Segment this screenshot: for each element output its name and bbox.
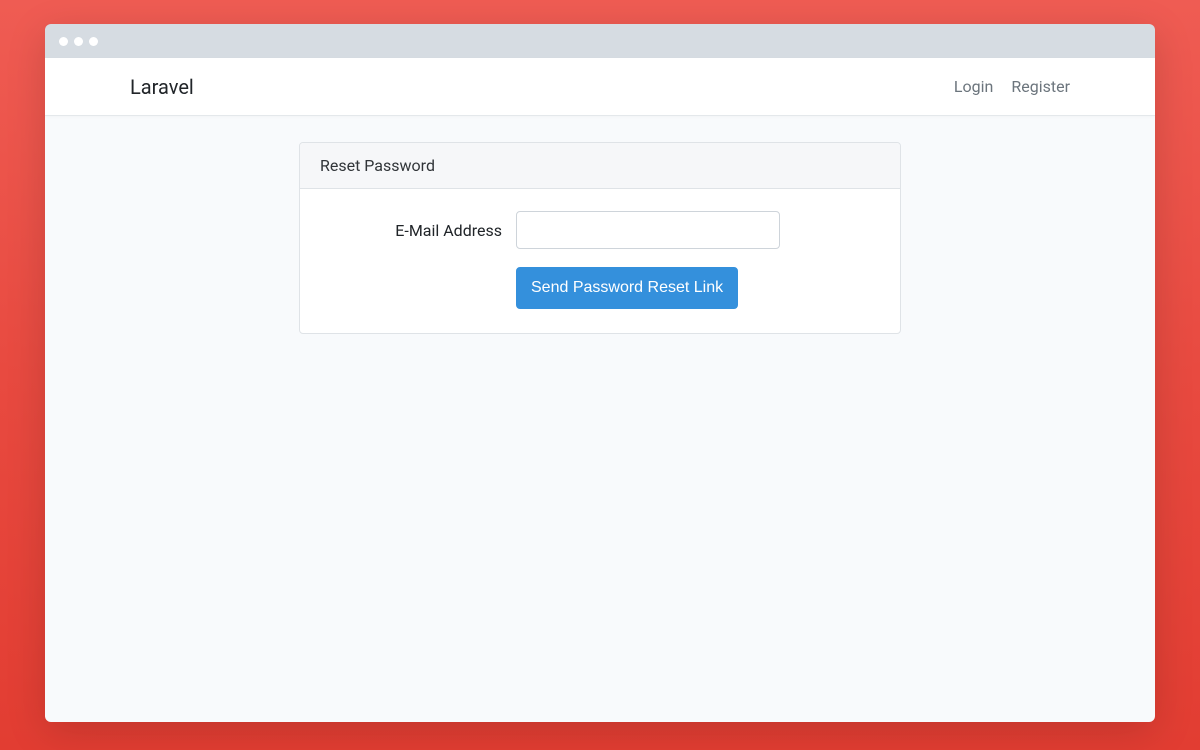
email-label: E-Mail Address	[320, 221, 516, 240]
window-control-maximize-icon[interactable]	[89, 37, 98, 46]
send-reset-link-button[interactable]: Send Password Reset Link	[516, 267, 738, 309]
reset-password-card: Reset Password E-Mail Address Send Passw…	[299, 142, 901, 334]
email-row: E-Mail Address	[320, 211, 880, 249]
navbar: Laravel Login Register	[45, 58, 1155, 116]
card-body: E-Mail Address Send Password Reset Link	[300, 189, 900, 333]
window-control-minimize-icon[interactable]	[74, 37, 83, 46]
login-link[interactable]: Login	[954, 77, 993, 96]
window-control-close-icon[interactable]	[59, 37, 68, 46]
submit-row: Send Password Reset Link	[320, 267, 880, 309]
brand-link[interactable]: Laravel	[130, 75, 194, 99]
window-title-bar	[45, 24, 1155, 58]
navbar-right: Login Register	[954, 77, 1070, 96]
app-viewport: Laravel Login Register Reset Password E-…	[45, 58, 1155, 722]
register-link[interactable]: Register	[1011, 77, 1070, 96]
main-content: Reset Password E-Mail Address Send Passw…	[45, 116, 1155, 722]
email-field[interactable]	[516, 211, 780, 249]
card-title: Reset Password	[300, 143, 900, 189]
browser-window: Laravel Login Register Reset Password E-…	[45, 24, 1155, 722]
